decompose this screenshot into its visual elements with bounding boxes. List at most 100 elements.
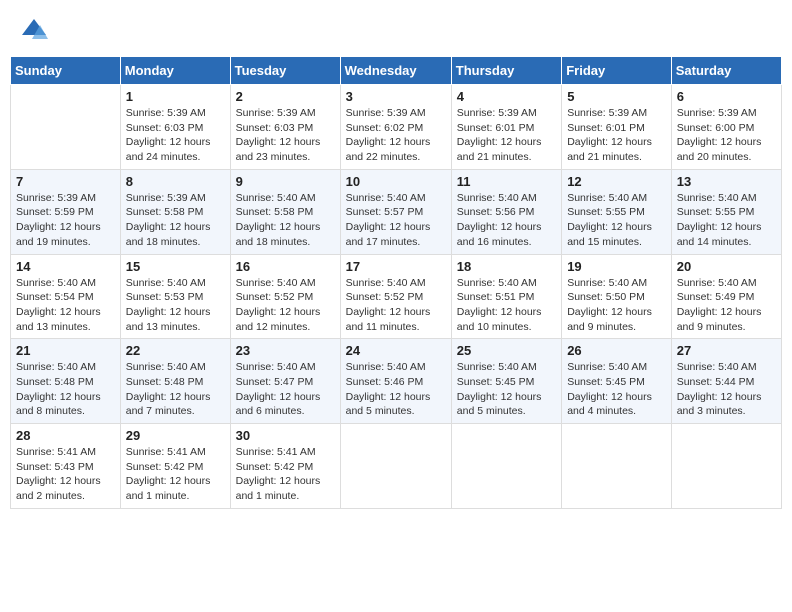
day-number: 28 — [16, 428, 115, 443]
day-info: Sunrise: 5:39 AM Sunset: 6:01 PM Dayligh… — [567, 106, 666, 165]
weekday-header: Sunday — [11, 57, 121, 85]
day-number: 16 — [236, 259, 335, 274]
calendar-table: SundayMondayTuesdayWednesdayThursdayFrid… — [10, 56, 782, 509]
calendar-cell: 1 Sunrise: 5:39 AM Sunset: 6:03 PM Daylig… — [120, 85, 230, 170]
calendar-cell: 15 Sunrise: 5:40 AM Sunset: 5:53 PM Dayli… — [120, 254, 230, 339]
day-number: 26 — [567, 343, 666, 358]
day-info: Sunrise: 5:40 AM Sunset: 5:55 PM Dayligh… — [677, 191, 776, 250]
calendar-cell: 28 Sunrise: 5:41 AM Sunset: 5:43 PM Dayli… — [11, 424, 121, 509]
page-header — [10, 10, 782, 48]
day-info: Sunrise: 5:39 AM Sunset: 6:03 PM Dayligh… — [236, 106, 335, 165]
calendar-cell — [11, 85, 121, 170]
day-number: 14 — [16, 259, 115, 274]
day-number: 5 — [567, 89, 666, 104]
calendar-cell: 24 Sunrise: 5:40 AM Sunset: 5:46 PM Dayli… — [340, 339, 451, 424]
day-info: Sunrise: 5:40 AM Sunset: 5:57 PM Dayligh… — [346, 191, 446, 250]
day-info: Sunrise: 5:39 AM Sunset: 6:01 PM Dayligh… — [457, 106, 556, 165]
calendar-cell: 18 Sunrise: 5:40 AM Sunset: 5:51 PM Dayli… — [451, 254, 561, 339]
calendar-cell: 20 Sunrise: 5:40 AM Sunset: 5:49 PM Dayli… — [671, 254, 781, 339]
calendar-cell — [340, 424, 451, 509]
day-number: 1 — [126, 89, 225, 104]
calendar-cell: 9 Sunrise: 5:40 AM Sunset: 5:58 PM Daylig… — [230, 169, 340, 254]
day-info: Sunrise: 5:41 AM Sunset: 5:43 PM Dayligh… — [16, 445, 115, 504]
calendar-cell: 5 Sunrise: 5:39 AM Sunset: 6:01 PM Daylig… — [562, 85, 672, 170]
calendar-header-row: SundayMondayTuesdayWednesdayThursdayFrid… — [11, 57, 782, 85]
calendar-cell: 26Sunrise: 5:40 AM Sunset: 5:45 PM Dayli… — [562, 339, 672, 424]
day-number: 29 — [126, 428, 225, 443]
day-number: 9 — [236, 174, 335, 189]
weekday-header: Saturday — [671, 57, 781, 85]
calendar-cell — [451, 424, 561, 509]
calendar-week-row: 21 Sunrise: 5:40 AM Sunset: 5:48 PM Dayli… — [11, 339, 782, 424]
day-number: 22 — [126, 343, 225, 358]
day-number: 8 — [126, 174, 225, 189]
logo-icon — [20, 15, 48, 43]
calendar-week-row: 14 Sunrise: 5:40 AM Sunset: 5:54 PM Dayli… — [11, 254, 782, 339]
day-info: Sunrise: 5:40 AM Sunset: 5:46 PM Dayligh… — [346, 360, 446, 419]
day-number: 24 — [346, 343, 446, 358]
calendar-cell: 8 Sunrise: 5:39 AM Sunset: 5:58 PM Daylig… — [120, 169, 230, 254]
day-info: Sunrise: 5:39 AM Sunset: 6:03 PM Dayligh… — [126, 106, 225, 165]
calendar-cell: 3Sunrise: 5:39 AM Sunset: 6:02 PM Daylig… — [340, 85, 451, 170]
day-info: Sunrise: 5:40 AM Sunset: 5:45 PM Dayligh… — [457, 360, 556, 419]
day-number: 20 — [677, 259, 776, 274]
day-info: Sunrise: 5:40 AM Sunset: 5:55 PM Dayligh… — [567, 191, 666, 250]
day-info: Sunrise: 5:40 AM Sunset: 5:54 PM Dayligh… — [16, 276, 115, 335]
day-info: Sunrise: 5:40 AM Sunset: 5:58 PM Dayligh… — [236, 191, 335, 250]
calendar-cell: 25Sunrise: 5:40 AM Sunset: 5:45 PM Dayli… — [451, 339, 561, 424]
day-info: Sunrise: 5:40 AM Sunset: 5:48 PM Dayligh… — [16, 360, 115, 419]
calendar-cell: 4 Sunrise: 5:39 AM Sunset: 6:01 PM Daylig… — [451, 85, 561, 170]
day-info: Sunrise: 5:40 AM Sunset: 5:53 PM Dayligh… — [126, 276, 225, 335]
day-number: 12 — [567, 174, 666, 189]
day-info: Sunrise: 5:40 AM Sunset: 5:56 PM Dayligh… — [457, 191, 556, 250]
calendar-cell: 29Sunrise: 5:41 AM Sunset: 5:42 PM Dayli… — [120, 424, 230, 509]
calendar-cell: 2 Sunrise: 5:39 AM Sunset: 6:03 PM Daylig… — [230, 85, 340, 170]
day-info: Sunrise: 5:40 AM Sunset: 5:52 PM Dayligh… — [346, 276, 446, 335]
day-info: Sunrise: 5:40 AM Sunset: 5:52 PM Dayligh… — [236, 276, 335, 335]
day-info: Sunrise: 5:40 AM Sunset: 5:47 PM Dayligh… — [236, 360, 335, 419]
weekday-header: Monday — [120, 57, 230, 85]
day-number: 6 — [677, 89, 776, 104]
weekday-header: Friday — [562, 57, 672, 85]
day-info: Sunrise: 5:39 AM Sunset: 6:00 PM Dayligh… — [677, 106, 776, 165]
calendar-cell: 7 Sunrise: 5:39 AM Sunset: 5:59 PM Daylig… — [11, 169, 121, 254]
day-number: 21 — [16, 343, 115, 358]
day-info: Sunrise: 5:40 AM Sunset: 5:48 PM Dayligh… — [126, 360, 225, 419]
day-number: 30 — [236, 428, 335, 443]
day-info: Sunrise: 5:40 AM Sunset: 5:51 PM Dayligh… — [457, 276, 556, 335]
calendar-cell: 10 Sunrise: 5:40 AM Sunset: 5:57 PM Dayli… — [340, 169, 451, 254]
day-number: 7 — [16, 174, 115, 189]
calendar-cell: 16 Sunrise: 5:40 AM Sunset: 5:52 PM Dayli… — [230, 254, 340, 339]
calendar-cell: 22 Sunrise: 5:40 AM Sunset: 5:48 PM Dayli… — [120, 339, 230, 424]
day-number: 4 — [457, 89, 556, 104]
day-number: 2 — [236, 89, 335, 104]
calendar-week-row: 28 Sunrise: 5:41 AM Sunset: 5:43 PM Dayli… — [11, 424, 782, 509]
day-info: Sunrise: 5:39 AM Sunset: 5:58 PM Dayligh… — [126, 191, 225, 250]
day-number: 27 — [677, 343, 776, 358]
day-number: 18 — [457, 259, 556, 274]
weekday-header: Wednesday — [340, 57, 451, 85]
logo — [20, 15, 52, 43]
day-number: 13 — [677, 174, 776, 189]
calendar-cell: 23Sunrise: 5:40 AM Sunset: 5:47 PM Dayli… — [230, 339, 340, 424]
day-info: Sunrise: 5:40 AM Sunset: 5:44 PM Dayligh… — [677, 360, 776, 419]
calendar-cell: 14 Sunrise: 5:40 AM Sunset: 5:54 PM Dayli… — [11, 254, 121, 339]
day-number: 17 — [346, 259, 446, 274]
calendar-cell: 21 Sunrise: 5:40 AM Sunset: 5:48 PM Dayli… — [11, 339, 121, 424]
day-info: Sunrise: 5:39 AM Sunset: 6:02 PM Dayligh… — [346, 106, 446, 165]
weekday-header: Tuesday — [230, 57, 340, 85]
day-number: 10 — [346, 174, 446, 189]
calendar-cell: 17 Sunrise: 5:40 AM Sunset: 5:52 PM Dayli… — [340, 254, 451, 339]
calendar-cell: 30 Sunrise: 5:41 AM Sunset: 5:42 PM Dayli… — [230, 424, 340, 509]
day-info: Sunrise: 5:41 AM Sunset: 5:42 PM Dayligh… — [236, 445, 335, 504]
calendar-cell: 19 Sunrise: 5:40 AM Sunset: 5:50 PM Dayli… — [562, 254, 672, 339]
day-number: 11 — [457, 174, 556, 189]
weekday-header: Thursday — [451, 57, 561, 85]
calendar-cell: 11 Sunrise: 5:40 AM Sunset: 5:56 PM Dayli… — [451, 169, 561, 254]
day-info: Sunrise: 5:40 AM Sunset: 5:49 PM Dayligh… — [677, 276, 776, 335]
day-info: Sunrise: 5:40 AM Sunset: 5:50 PM Dayligh… — [567, 276, 666, 335]
day-number: 15 — [126, 259, 225, 274]
day-number: 19 — [567, 259, 666, 274]
day-info: Sunrise: 5:39 AM Sunset: 5:59 PM Dayligh… — [16, 191, 115, 250]
calendar-cell — [671, 424, 781, 509]
